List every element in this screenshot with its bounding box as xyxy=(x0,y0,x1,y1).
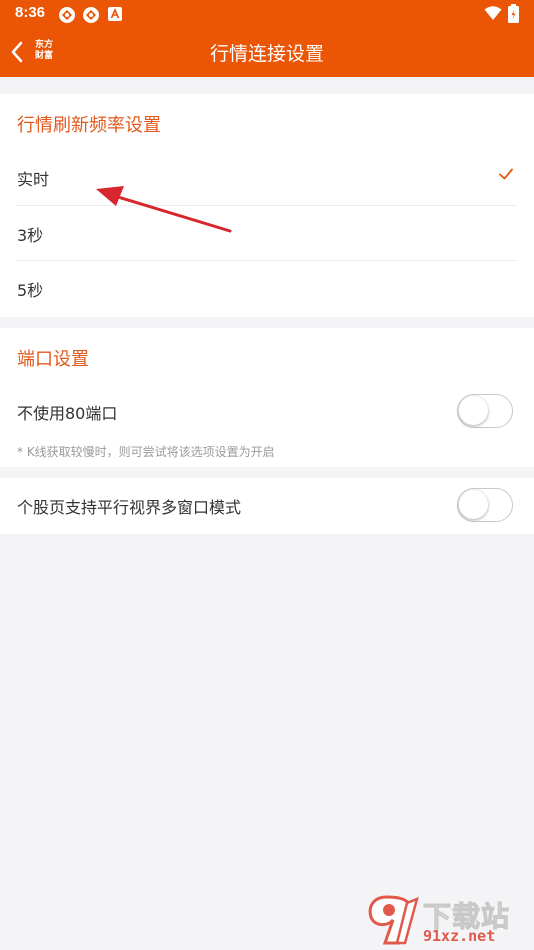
no-port-80-label: 不使用80端口 xyxy=(17,404,118,423)
section-title-port: 端口设置 xyxy=(17,349,89,370)
parallel-view-card: 个股页支持平行视界多窗口模式 xyxy=(0,478,534,534)
app-notification-icon xyxy=(59,7,75,23)
app-notification-icon xyxy=(83,7,99,23)
parallel-view-label: 个股页支持平行视界多窗口模式 xyxy=(17,498,242,517)
watermark-logo-icon xyxy=(368,895,419,945)
toggle-knob xyxy=(459,490,488,519)
status-bar: 8:36 xyxy=(0,0,534,28)
refresh-option-5s[interactable]: 5秒 xyxy=(0,261,534,316)
app-bar: 东方 财富 行情连接设置 xyxy=(0,28,534,77)
page-title: 行情连接设置 xyxy=(209,43,324,65)
a-notification-icon xyxy=(108,7,122,21)
status-time: 8:36 xyxy=(15,4,46,21)
refresh-option-3s[interactable]: 3秒 xyxy=(0,206,534,261)
toggle-knob xyxy=(459,396,488,425)
section-title-refresh: 行情刷新频率设置 xyxy=(17,115,161,136)
refresh-option-label: 5秒 xyxy=(17,281,44,300)
watermark: 下载站 91xz.net xyxy=(365,893,530,948)
refresh-option-label: 实时 xyxy=(17,170,50,189)
refresh-option-label: 3秒 xyxy=(17,226,44,245)
checkmark-icon xyxy=(499,168,513,180)
port-hint-text: * K线获取较慢时，则可尝试将该选项设置为开启 xyxy=(17,445,275,459)
watermark-url: 91xz.net xyxy=(423,927,496,945)
port-settings-card: 端口设置 不使用80端口 * K线获取较慢时，则可尝试将该选项设置为开启 xyxy=(0,328,534,467)
wifi-icon xyxy=(484,6,502,20)
refresh-option-realtime[interactable]: 实时 xyxy=(0,150,534,205)
parallel-view-row: 个股页支持平行视界多窗口模式 xyxy=(0,478,534,533)
no-port-80-row: 不使用80端口 xyxy=(0,384,534,439)
parallel-view-toggle[interactable] xyxy=(457,488,513,522)
battery-icon xyxy=(508,4,519,23)
refresh-frequency-card: 行情刷新频率设置 实时 3秒 5秒 xyxy=(0,94,534,317)
no-port-80-toggle[interactable] xyxy=(457,394,513,428)
